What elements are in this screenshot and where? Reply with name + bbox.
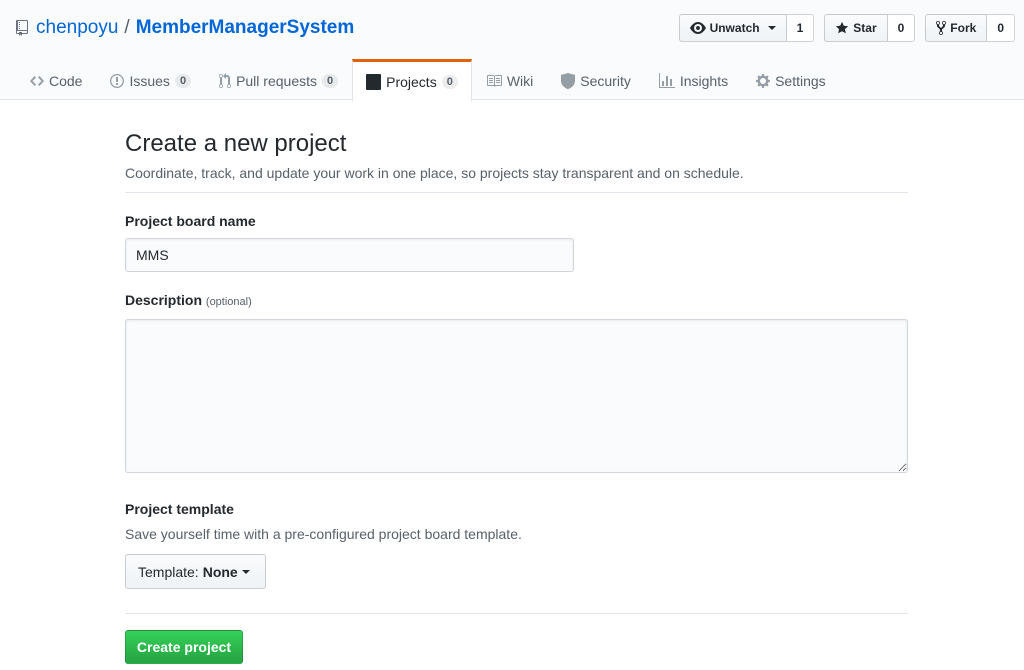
tab-code-label: Code: [49, 73, 83, 89]
tab-code[interactable]: Code: [16, 59, 96, 100]
project-name-label: Project board name: [125, 213, 256, 229]
optional-note: (optional): [205, 296, 252, 308]
stargazers-count[interactable]: 0: [887, 14, 916, 42]
tab-insights-label: Insights: [679, 73, 729, 89]
repo-icon: [16, 20, 28, 36]
projects-counter: 0: [441, 74, 458, 89]
fork-button[interactable]: Fork: [925, 14, 988, 42]
description-group: Description (optional): [125, 291, 908, 473]
eye-icon: [689, 22, 706, 34]
tab-issues[interactable]: Issues 0: [96, 59, 205, 100]
new-project-form: Create a new project Coordinate, track, …: [125, 100, 908, 664]
issue-icon: [110, 74, 125, 88]
tab-settings-label: Settings: [775, 73, 826, 89]
repo-name-link[interactable]: MemberManagerSystem: [136, 16, 355, 40]
description-textarea[interactable]: [125, 319, 908, 473]
template-prefix: Template:: [138, 563, 199, 580]
unwatch-button[interactable]: Unwatch: [678, 14, 787, 42]
name-group: Project board name: [125, 212, 908, 272]
gear-icon: [756, 74, 771, 88]
template-label: Project template: [125, 501, 234, 517]
tab-wiki[interactable]: Wiki: [472, 59, 547, 100]
watchers-count[interactable]: 1: [786, 14, 815, 42]
fork-group: Fork 0: [925, 14, 1015, 42]
chevron-down-icon: [241, 569, 250, 574]
template-note: Save yourself time with a pre-configured…: [125, 526, 522, 542]
issues-counter: 0: [174, 74, 192, 88]
graph-icon: [658, 73, 675, 88]
repo-owner-link[interactable]: chenpoyu: [36, 16, 118, 40]
create-project-button[interactable]: Create project: [125, 630, 243, 664]
star-group: Star 0: [824, 14, 916, 42]
tab-pull-requests[interactable]: Pull requests 0: [205, 59, 352, 100]
code-icon: [30, 76, 44, 86]
repo-actions: Unwatch 1 Star 0 Fork 0: [678, 14, 1015, 42]
star-button[interactable]: Star: [824, 14, 888, 42]
tab-security[interactable]: Security: [547, 59, 645, 100]
tab-issues-label: Issues: [129, 73, 170, 89]
watch-group: Unwatch 1: [678, 14, 815, 42]
subhead: Create a new project Coordinate, track, …: [125, 100, 908, 193]
tab-pull-requests-label: Pull requests: [236, 73, 317, 89]
description-label: Description: [125, 292, 203, 308]
description-label-row: Description (optional): [125, 291, 908, 311]
fork-label: Fork: [950, 21, 977, 35]
template-dropdown-button[interactable]: Template: None: [125, 554, 266, 589]
star-label: Star: [853, 21, 877, 35]
page-subtitle: Coordinate, track, and update your work …: [125, 165, 744, 181]
shield-icon: [561, 73, 576, 89]
repo-title: chenpoyu / MemberManagerSystem: [16, 16, 354, 40]
pull-request-icon: [219, 73, 232, 89]
forks-count[interactable]: 0: [987, 14, 1015, 42]
pull-requests-counter: 0: [322, 74, 339, 88]
tab-wiki-label: Wiki: [506, 73, 534, 89]
tab-insights[interactable]: Insights: [645, 59, 742, 100]
project-icon: [366, 73, 382, 90]
tab-projects-label: Projects: [386, 73, 437, 90]
tab-settings[interactable]: Settings: [742, 59, 840, 100]
tab-projects[interactable]: Projects 0: [352, 59, 472, 101]
repo-header: chenpoyu / MemberManagerSystem Unwatch 1…: [0, 0, 1024, 101]
page-title: Create a new project: [125, 130, 347, 157]
book-icon: [486, 75, 502, 87]
divider: [125, 613, 908, 614]
template-value: None: [202, 563, 238, 580]
unwatch-label: Unwatch: [709, 21, 760, 35]
template-group: Project template Save yourself time with…: [125, 500, 908, 589]
path-separator: /: [124, 17, 130, 38]
fork-icon: [936, 20, 947, 36]
star-icon: [836, 21, 849, 34]
tab-security-label: Security: [580, 73, 631, 89]
project-name-input[interactable]: [125, 238, 574, 272]
chevron-down-icon: [767, 26, 776, 30]
repo-nav: Code Issues 0 Pull requests 0 Projects 0…: [16, 59, 840, 101]
